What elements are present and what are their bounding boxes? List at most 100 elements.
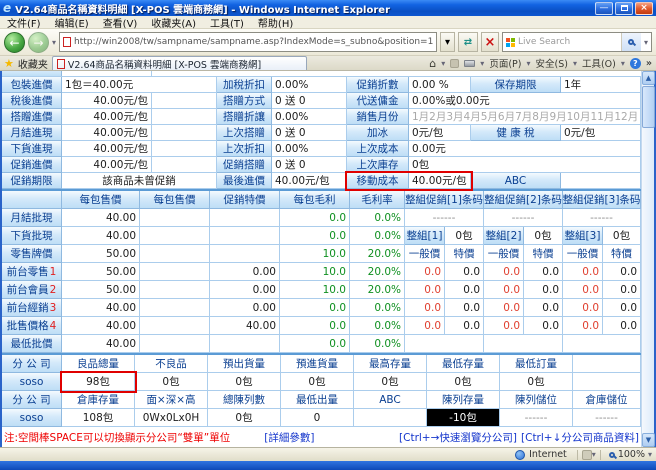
scrollbar-thumb[interactable] (642, 86, 655, 128)
close-button[interactable]: × (635, 2, 653, 15)
print-icon[interactable] (464, 60, 475, 67)
page-content: 包裝進價1包＝40.00元加稅折扣0.00%促銷折數0.00 %保存期限1年稅後… (2, 71, 641, 447)
favorites-star-icon[interactable]: ★ (4, 58, 14, 69)
back-button[interactable]: ← (4, 32, 25, 53)
field-value: 0.0 (603, 299, 641, 317)
detail-params-link[interactable]: [詳細參數] (264, 430, 314, 445)
field-value: 預出貨量 (208, 355, 281, 373)
field-value: 0包 (208, 409, 281, 427)
tab-title: V2.64商品名稱資料明細 [X-POS 雲端商務網] (68, 57, 261, 71)
field-value: 0.00%或0.00元 (409, 93, 641, 109)
field-value: 特價 (524, 245, 563, 263)
field-label: 每包毛利 (280, 191, 350, 209)
menu-edit[interactable]: 编辑(E) (48, 15, 96, 30)
field-value (573, 373, 641, 391)
field-value (140, 281, 210, 299)
help-icon[interactable]: ? (630, 58, 641, 69)
refresh-button[interactable]: ⇄ (458, 32, 478, 52)
field-value: 20.0% (350, 245, 405, 263)
field-value: 0.0 (603, 281, 641, 299)
field-label: 分 公 司 (2, 391, 62, 409)
url-text[interactable]: http://win2008/tw/sampname/sampname.asp?… (74, 37, 433, 47)
zoom-level[interactable]: 100% (618, 449, 645, 460)
magnifier-icon (628, 39, 634, 45)
search-box[interactable]: Live Search ▾ (502, 32, 652, 52)
field-value: 最高存量 (354, 355, 427, 373)
stop-button[interactable]: × (481, 32, 499, 52)
group-promo-button[interactable]: 整組[1] (405, 227, 445, 245)
forward-button[interactable]: → (28, 32, 49, 53)
field-label: 每包售價 (140, 191, 210, 209)
tab-favicon (57, 59, 65, 69)
field-label: 搭贈方式 (217, 93, 272, 109)
menu-file[interactable]: 文件(F) (0, 15, 48, 30)
field-label: 月結進現 (2, 125, 62, 141)
menu-view[interactable]: 查看(V) (96, 15, 145, 30)
toolbar-overflow-chevron[interactable]: » (646, 58, 652, 69)
field-value: 0.0 (603, 263, 641, 281)
favorites-label[interactable]: 收藏夹 (18, 56, 48, 71)
table-row: 分 公 司倉庫存量面×深×高總陳列數最低出量ABC陳列存量陳列儲位倉庫儲位 (2, 391, 641, 409)
maximize-button[interactable] (615, 2, 633, 15)
home-icon[interactable]: ⌂ (429, 58, 436, 69)
purchase-info-table: 包裝進價1包＝40.00元加稅折扣0.00%促銷折數0.00 %保存期限1年稅後… (2, 77, 641, 189)
field-value: 0.0 (280, 299, 350, 317)
field-value: 1年 (561, 77, 641, 93)
field-value: 0.0 (280, 227, 350, 245)
field-value: 0包 (500, 373, 573, 391)
table-row: soso98包0包0包0包0包0包0包 (2, 373, 641, 391)
field-value (210, 245, 280, 263)
group-promo-button[interactable]: 整組[3] (563, 227, 603, 245)
scroll-up-icon[interactable]: ▲ (642, 71, 655, 85)
quick-browse-link[interactable]: [Ctrl+→快速瀏覽分公司] (399, 430, 517, 445)
field-label: 搭贈折讓 (217, 109, 272, 125)
field-value: 陳列存量 (427, 391, 500, 409)
field-value: 0.0 (524, 281, 563, 299)
field-value: 0Wx0Lx0H (135, 409, 208, 427)
field-value: ABC (354, 391, 427, 409)
command-bar: ⌂▾ ▾ 页面(P)▾ 安全(S)▾ 工具(O)▾ ? » (429, 56, 652, 70)
menu-favorites[interactable]: 收藏夹(A) (144, 15, 203, 30)
menu-help[interactable]: 帮助(H) (251, 15, 300, 30)
page-menu[interactable]: 页面(P) (489, 56, 521, 70)
safety-menu[interactable]: 安全(S) (535, 56, 567, 70)
field-value (140, 335, 210, 353)
field-value: 40.00元/包 (409, 173, 471, 189)
zoom-control[interactable]: 100% ▾ (609, 449, 652, 460)
field-value: 0.00 (210, 263, 280, 281)
field-value: 0.0 (405, 281, 445, 299)
tools-menu[interactable]: 工具(O) (582, 56, 616, 70)
ie-icon: e (3, 2, 11, 14)
scroll-down-icon[interactable]: ▼ (642, 433, 655, 447)
history-dropdown-icon[interactable]: ▾ (52, 38, 56, 47)
field-value: 0.00元 (409, 141, 641, 157)
field-label (2, 191, 62, 209)
field-label: 上次折扣 (217, 141, 272, 157)
feed-icon[interactable] (450, 59, 459, 68)
address-dropdown[interactable]: ▾ (440, 32, 455, 52)
page-tab[interactable]: V2.64商品名稱資料明細 [X-POS 雲端商務網] (52, 56, 307, 70)
field-value (140, 227, 210, 245)
phishing-filter-icon[interactable] (582, 450, 592, 460)
vertical-scrollbar[interactable]: ▲ ▼ (641, 71, 654, 447)
address-bar[interactable]: http://win2008/tw/sampname/sampname.asp?… (59, 32, 437, 52)
field-value: 0.0 (280, 209, 350, 227)
branch-data-link[interactable]: [Ctrl+↓分公司商品資料] (521, 430, 639, 445)
field-value: ------ (484, 209, 563, 227)
field-value: 倉庫儲位 (573, 391, 641, 409)
minimize-button[interactable]: — (595, 2, 613, 15)
menu-tools[interactable]: 工具(T) (203, 15, 251, 30)
field-value: 0.00 % (409, 77, 471, 93)
field-value: 108包 (62, 409, 135, 427)
table-row: 促銷進價40.00元/包促銷搭贈0 送 0上次庫存0包 (2, 157, 641, 173)
field-label: 上次庫存 (347, 157, 409, 173)
field-value: 20.0% (350, 281, 405, 299)
search-dropdown-icon[interactable]: ▾ (644, 38, 648, 47)
field-value: 10.0 (280, 245, 350, 263)
field-label: 上次搭贈 (217, 125, 272, 141)
search-placeholder[interactable]: Live Search (518, 37, 618, 47)
branch-inventory-table: 分 公 司良品總量不良品預出貨量預進貨量最高存量最低存量最低訂量soso98包0… (2, 355, 641, 427)
group-promo-button[interactable]: 整組[2] (484, 227, 524, 245)
search-button[interactable] (621, 33, 641, 51)
field-label: 上次成本 (347, 141, 409, 157)
